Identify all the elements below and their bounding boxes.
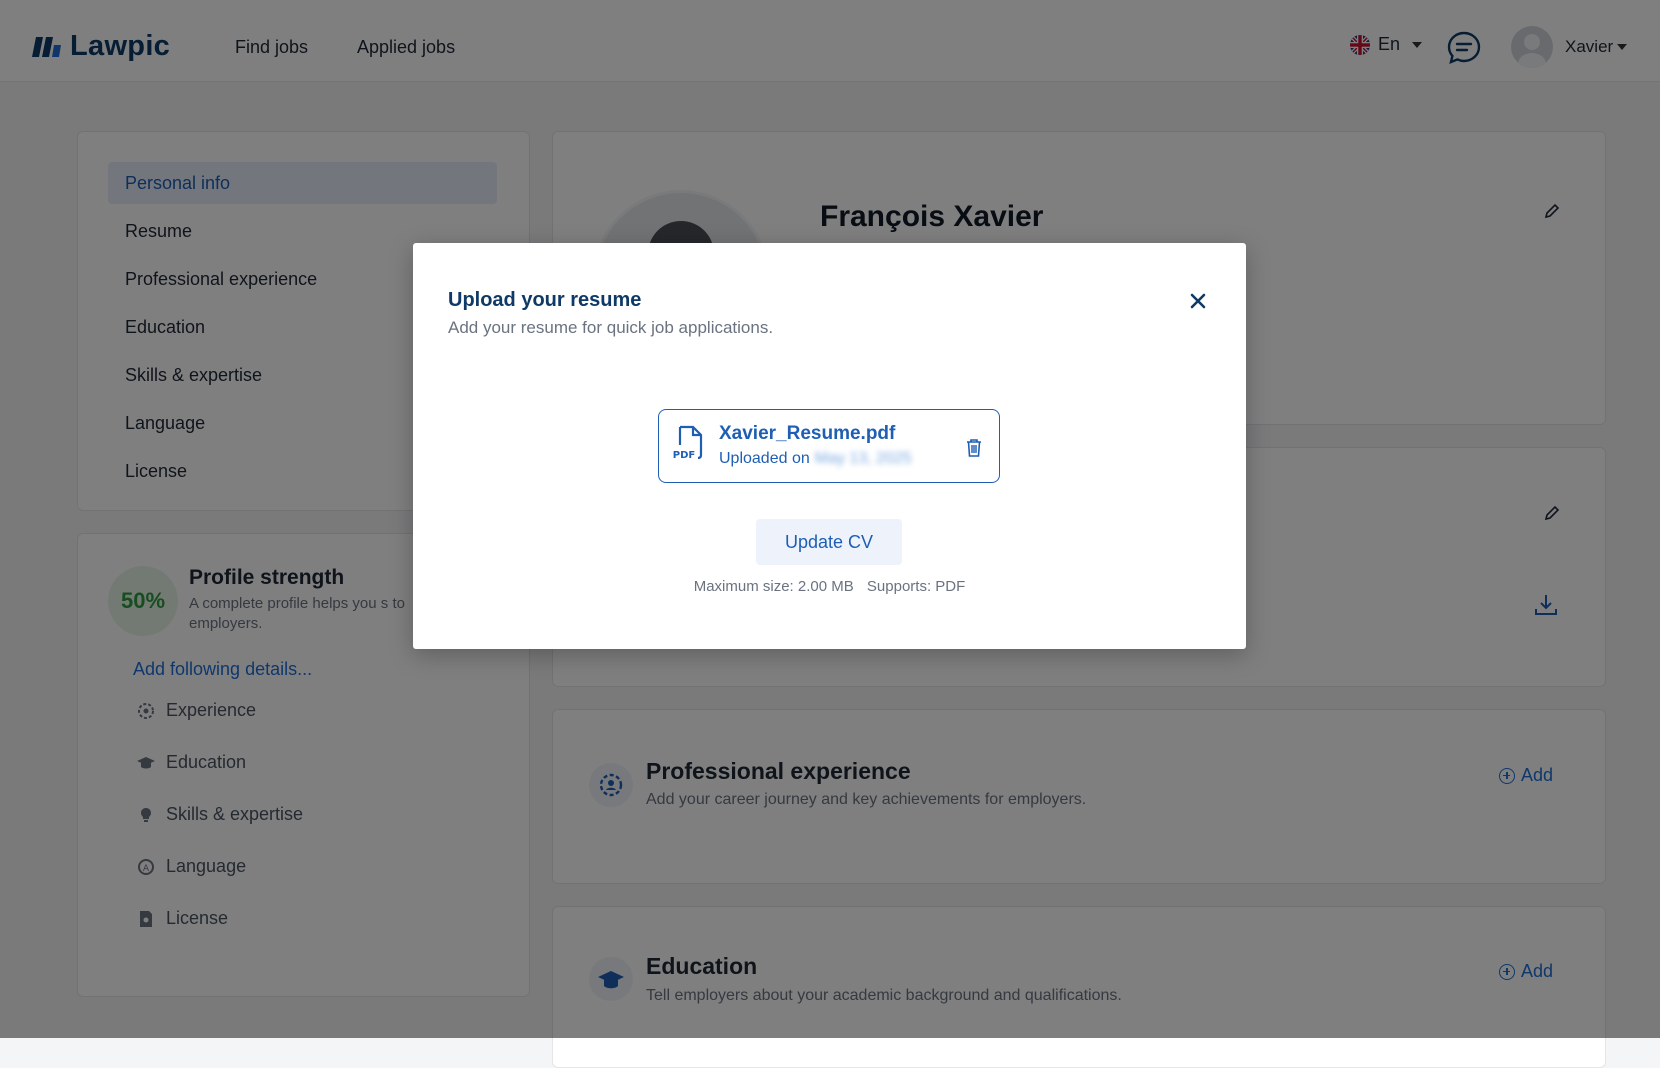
pdf-file-icon: PDF <box>673 425 703 461</box>
modal-subtitle: Add your resume for quick job applicatio… <box>448 318 774 337</box>
file-uploaded-info: Uploaded on May 13, 2025 <box>719 450 912 468</box>
update-cv-button[interactable]: Update CV <box>756 519 902 565</box>
uploaded-label: Uploaded on <box>719 450 810 467</box>
uploaded-date: May 13, 2025 <box>814 450 912 467</box>
max-size-text: Maximum size: 2.00 MB <box>693 578 854 595</box>
uploaded-file-card: PDF Xavier_Resume.pdf Uploaded on May 13… <box>658 409 1000 483</box>
upload-constraints: Maximum size: 2.00 MB Supports: PDF <box>413 578 1246 595</box>
upload-resume-modal: Upload your resume Add your resume for q… <box>413 243 1246 649</box>
close-icon[interactable] <box>1186 289 1210 313</box>
file-name[interactable]: Xavier_Resume.pdf <box>719 423 895 445</box>
trash-icon[interactable] <box>965 438 983 458</box>
supports-text: Supports: PDF <box>866 578 966 595</box>
modal-title: Upload your resume <box>448 289 642 311</box>
pdf-badge-label: PDF <box>673 450 695 461</box>
